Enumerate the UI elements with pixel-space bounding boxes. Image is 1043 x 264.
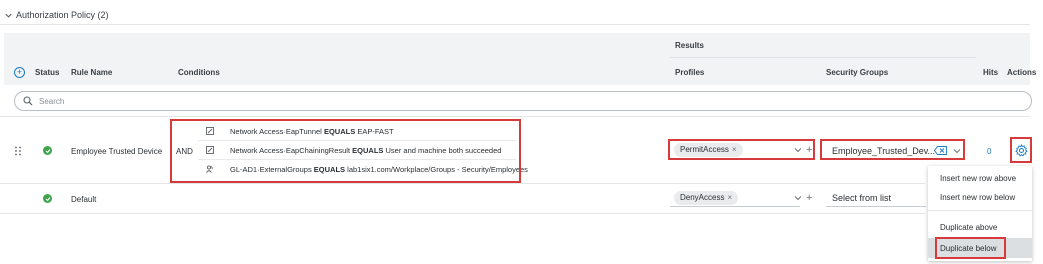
divider <box>0 213 925 214</box>
section-header[interactable]: Authorization Policy (2) <box>4 8 109 22</box>
highlight-box-duplicate-below <box>935 237 1006 259</box>
drag-handle-icon[interactable] <box>14 146 22 156</box>
column-header-profiles[interactable]: Profiles <box>675 68 704 77</box>
table-header <box>4 33 1030 85</box>
highlight-box-gear <box>1010 137 1032 163</box>
column-header-actions: Actions <box>1007 68 1037 77</box>
chevron-down-icon[interactable] <box>794 195 802 201</box>
profile-tag-label: DenyAccess <box>680 193 725 202</box>
rule-name[interactable]: Employee Trusted Device <box>71 147 162 156</box>
column-header-conditions[interactable]: Conditions <box>178 68 220 77</box>
status-enabled-icon[interactable] <box>43 194 52 203</box>
menu-divider <box>928 210 1032 211</box>
status-enabled-icon[interactable] <box>43 146 52 155</box>
rule-name[interactable]: Default <box>71 195 96 204</box>
highlight-box-conditions <box>170 119 521 183</box>
divider <box>670 57 976 58</box>
menu-item-insert-below[interactable]: Insert new row below <box>928 188 1032 206</box>
remove-tag-icon[interactable]: × <box>727 193 732 202</box>
plus-circle-icon[interactable]: + <box>14 67 25 78</box>
column-header-status[interactable]: Status <box>35 68 59 77</box>
chevron-down-icon[interactable] <box>4 11 13 20</box>
results-group-header: Results <box>675 41 704 50</box>
section-title: Authorization Policy (2) <box>16 10 109 20</box>
highlight-box-security-group <box>820 139 965 160</box>
search-input[interactable] <box>39 96 939 106</box>
profile-tag[interactable]: DenyAccess × <box>674 190 739 205</box>
search-icon <box>23 96 33 106</box>
search-bar[interactable] <box>14 91 1032 111</box>
hits-count[interactable]: 0 <box>987 147 991 156</box>
profile-select[interactable]: DenyAccess × <box>670 189 802 207</box>
column-header-hits[interactable]: Hits <box>983 68 998 77</box>
divider <box>0 183 925 184</box>
column-header-security-groups[interactable]: Security Groups <box>826 68 888 77</box>
security-group-placeholder: Select from list <box>832 192 892 203</box>
menu-item-duplicate-above[interactable]: Duplicate above <box>928 218 1032 236</box>
highlight-box-profile <box>668 139 815 160</box>
security-group-select[interactable]: Select from list <box>826 189 926 207</box>
divider <box>0 116 1030 117</box>
add-profile-icon[interactable]: + <box>806 192 812 204</box>
menu-item-insert-above[interactable]: Insert new row above <box>928 169 1032 187</box>
column-header-rule-name[interactable]: Rule Name <box>71 68 112 77</box>
divider <box>0 24 1030 25</box>
